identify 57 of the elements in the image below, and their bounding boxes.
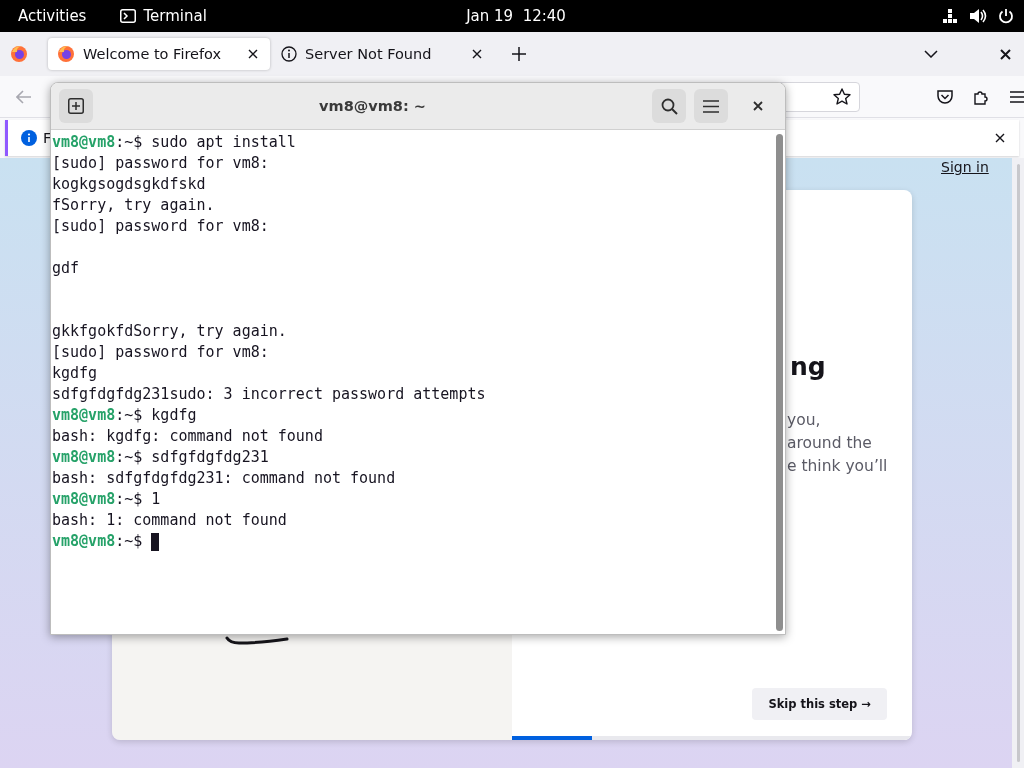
- menu-icon[interactable]: [1010, 90, 1024, 103]
- clock[interactable]: Jan 19 12:40: [466, 7, 566, 25]
- close-icon[interactable]: [472, 49, 482, 59]
- browser-tab[interactable]: Server Not Found: [272, 38, 494, 70]
- new-tab-icon: [68, 98, 84, 114]
- plus-icon[interactable]: [512, 47, 526, 61]
- info-icon: [21, 130, 37, 146]
- illustration-drawing: [225, 636, 289, 645]
- window-title: vm8@vm8: ~: [318, 98, 427, 114]
- terminal-line: vm8@vm8:~$ 1: [52, 489, 161, 510]
- close-icon[interactable]: [248, 49, 258, 59]
- info-icon: [281, 46, 297, 62]
- pocket-icon[interactable]: [937, 89, 953, 104]
- menu-icon: [703, 99, 719, 113]
- close-icon[interactable]: [753, 101, 763, 111]
- terminal-line: [sudo] password for vm8:: [52, 216, 269, 237]
- terminal-line: [sudo] password for vm8:: [52, 342, 269, 363]
- scrollbar-thumb[interactable]: [775, 134, 783, 631]
- close-icon[interactable]: [995, 133, 1005, 143]
- star-icon[interactable]: [833, 88, 851, 105]
- power-icon[interactable]: [998, 8, 1014, 24]
- card-text: around the: [787, 433, 873, 454]
- card-text: you,: [787, 410, 822, 431]
- card-text: e think you’ll: [787, 456, 889, 477]
- card-heading: ng: [790, 352, 827, 381]
- volume-icon[interactable]: [969, 8, 987, 24]
- terminal-icon: [120, 9, 137, 23]
- puzzle-icon[interactable]: [973, 88, 989, 105]
- search-icon: [660, 97, 678, 115]
- sign-in-link[interactable]: Sign in: [941, 159, 989, 177]
- terminal-line: gdf: [52, 258, 80, 279]
- terminal-line: vm8@vm8:~$ kgdfg: [52, 405, 197, 426]
- search-button[interactable]: [652, 89, 686, 123]
- chevron-down-icon[interactable]: [924, 50, 938, 58]
- app-menu-label[interactable]: Terminal: [143, 7, 207, 25]
- notification-text: F: [43, 130, 52, 146]
- terminal-line: fSorry, try again.: [52, 195, 215, 216]
- terminal-line: bash: kgdfg: command not found: [52, 426, 323, 447]
- terminal-line: vm8@vm8:~$ sudo apt install: [52, 132, 296, 153]
- terminal-line: vm8@vm8:~$ sdfgfdgfdg231: [52, 447, 269, 468]
- activities-button[interactable]: Activities: [18, 7, 87, 25]
- terminal-line: gkkfgokfdSorry, try again.: [52, 321, 287, 342]
- network-icon[interactable]: [942, 8, 958, 24]
- new-tab-button[interactable]: [59, 89, 93, 123]
- terminal-line: kgdfg: [52, 363, 98, 384]
- terminal-line: sdfgfdgfdg231sudo: 3 incorrect password attempts: [52, 384, 486, 405]
- firefox-icon[interactable]: [10, 45, 28, 63]
- firefox-icon: [57, 45, 75, 63]
- terminal-line: vm8@vm8:~$: [52, 531, 144, 552]
- terminal-line: [sudo] password for vm8:: [52, 153, 269, 174]
- terminal-line: bash: sdfgfdgfdg231: command not found: [52, 468, 396, 489]
- skip-button[interactable]: Skip this step →: [752, 688, 887, 720]
- terminal-line: bash: 1: command not found: [52, 510, 287, 531]
- menu-button[interactable]: [694, 89, 728, 123]
- terminal-line: kogkgsogdsgkdfskd: [52, 174, 206, 195]
- browser-tab[interactable]: Welcome to Firefox: [48, 38, 270, 70]
- close-icon[interactable]: [1000, 48, 1011, 60]
